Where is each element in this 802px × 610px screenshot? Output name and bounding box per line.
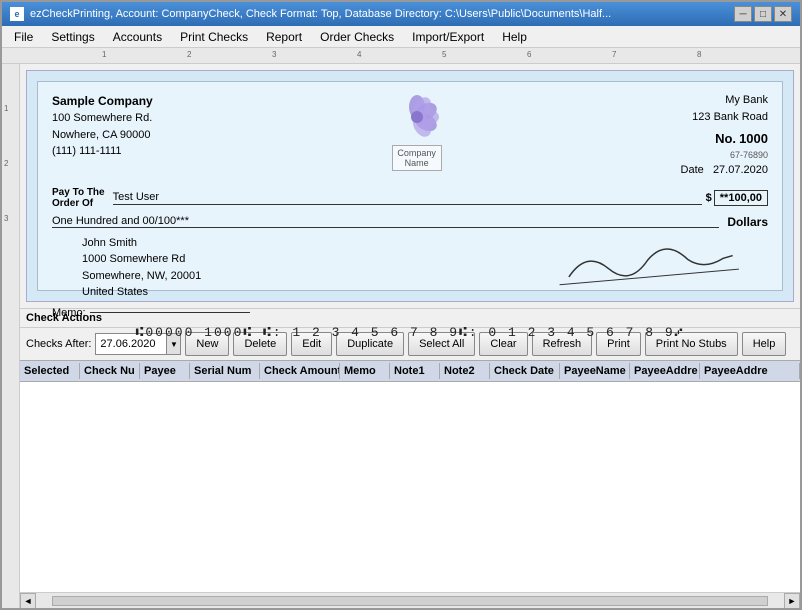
check-no: 1000	[739, 131, 768, 146]
addr-line3: Somewhere, NW, 20001	[82, 268, 201, 285]
bank-addr: 123 Bank Road	[681, 109, 768, 126]
col-selected: Selected	[20, 363, 80, 379]
content-area: Sample Company 100 Somewhere Rd. Nowhere…	[20, 64, 800, 608]
bank-name: My Bank	[681, 92, 768, 109]
ruler-mark-7: 7	[612, 50, 616, 59]
company-addr2: Nowhere, CA 90000	[52, 127, 153, 144]
check-date: Date 27.07.2020	[681, 162, 768, 179]
scroll-left-button[interactable]: ◄	[20, 593, 36, 609]
payee-name: Test User	[113, 191, 702, 205]
company-addr1: 100 Somewhere Rd.	[52, 110, 153, 127]
ruler-mark-5: 5	[442, 50, 446, 59]
check-amount: **100,00	[714, 190, 768, 206]
company-phone: (111) 111-1111	[52, 143, 153, 160]
checks-after-label: Checks After:	[26, 338, 91, 350]
ruler-mark-4: 4	[357, 50, 361, 59]
scroll-right-button[interactable]: ►	[784, 593, 800, 609]
main-window: e ezCheckPrinting, Account: CompanyCheck…	[0, 0, 802, 610]
address-block: John Smith 1000 Somewhere Rd Somewhere, …	[82, 235, 201, 301]
menu-accounts[interactable]: Accounts	[105, 28, 170, 46]
menu-help[interactable]: Help	[494, 28, 535, 46]
col-payee: Payee	[140, 363, 190, 379]
scroll-track[interactable]	[52, 596, 768, 606]
date-label: Date	[681, 164, 704, 176]
col-note1: Note1	[390, 363, 440, 379]
check-no-label: No.	[715, 131, 736, 146]
micr-line: ⑆00000 1000⑆ ⑆: 1 2 3 4 5 6 7 8 9⑆: 0 1 …	[52, 325, 768, 340]
title-controls: ─ □ ✕	[734, 6, 792, 22]
col-check-date: Check Date	[490, 363, 560, 379]
check-preview: Sample Company 100 Somewhere Rd. Nowhere…	[26, 70, 794, 302]
minimize-button[interactable]: ─	[734, 6, 752, 22]
logo-text: CompanyName	[392, 145, 442, 171]
signature-image	[546, 226, 750, 299]
menu-file[interactable]: File	[6, 28, 41, 46]
left-ruler-2: 2	[4, 159, 8, 168]
col-memo: Memo	[340, 363, 390, 379]
ruler-mark-1: 1	[102, 50, 106, 59]
menu-import-export[interactable]: Import/Export	[404, 28, 492, 46]
title-bar-left: e ezCheckPrinting, Account: CompanyCheck…	[10, 7, 611, 21]
ruler-mark-6: 6	[527, 50, 531, 59]
amount-words-line: One Hundred and 00/100*** Dollars	[52, 215, 768, 229]
col-serial-num: Serial Num	[190, 363, 260, 379]
table-body	[20, 382, 800, 592]
col-check-num: Check Nu	[80, 363, 140, 379]
menu-print-checks[interactable]: Print Checks	[172, 28, 256, 46]
left-ruler: 1 2 3	[2, 64, 20, 608]
addr-line2: 1000 Somewhere Rd	[82, 251, 201, 268]
menu-bar: File Settings Accounts Print Checks Repo…	[2, 26, 800, 48]
menu-order-checks[interactable]: Order Checks	[312, 28, 402, 46]
signature-svg	[546, 226, 750, 293]
col-payee-name: PayeeName	[560, 363, 630, 379]
addr-line1: John Smith	[82, 235, 201, 252]
main-content: 1 2 3 Sample Company 100 Somewhere Rd. N…	[2, 64, 800, 608]
left-ruler-1: 1	[4, 104, 8, 113]
memo-underline	[90, 312, 250, 313]
bottom-scrollbar[interactable]: ◄ ►	[20, 592, 800, 608]
check-middle: John Smith 1000 Somewhere Rd Somewhere, …	[52, 235, 768, 301]
pay-to-label: Pay To TheOrder Of	[52, 187, 105, 209]
date-value: 27.07.2020	[713, 164, 768, 176]
window-title: ezCheckPrinting, Account: CompanyCheck, …	[30, 8, 611, 20]
top-ruler: 1 2 3 4 5 6 7 8	[2, 48, 800, 64]
logo-area: CompanyName	[392, 92, 442, 171]
col-payee-addr1: PayeeAddre	[630, 363, 700, 379]
amount-words-text: One Hundred and 00/100***	[52, 215, 719, 228]
ruler-mark-8: 8	[697, 50, 701, 59]
check-header: Sample Company 100 Somewhere Rd. Nowhere…	[52, 92, 768, 179]
addr-line4: United States	[82, 284, 201, 301]
company-logo	[392, 92, 442, 142]
signature-area	[548, 235, 748, 301]
company-name: Sample Company	[52, 92, 153, 110]
payee-line: Pay To TheOrder Of Test User $ **100,00	[52, 187, 768, 209]
memo-line: Memo:	[52, 307, 768, 319]
app-icon: e	[10, 7, 24, 21]
maximize-button[interactable]: □	[754, 6, 772, 22]
menu-report[interactable]: Report	[258, 28, 310, 46]
check-body: Sample Company 100 Somewhere Rd. Nowhere…	[37, 81, 783, 291]
menu-settings[interactable]: Settings	[43, 28, 102, 46]
ruler-mark-2: 2	[187, 50, 191, 59]
col-check-amount: Check Amount	[260, 363, 340, 379]
col-note2: Note2	[440, 363, 490, 379]
memo-label: Memo:	[52, 307, 86, 319]
routing-small: 67-76890	[681, 149, 768, 163]
table-header: Selected Check Nu Payee Serial Num Check…	[20, 360, 800, 382]
company-info: Sample Company 100 Somewhere Rd. Nowhere…	[52, 92, 153, 160]
col-payee-addr2: PayeeAddre	[700, 363, 800, 379]
title-bar: e ezCheckPrinting, Account: CompanyCheck…	[2, 2, 800, 26]
bank-info: My Bank 123 Bank Road No. 1000 67-76890 …	[681, 92, 768, 179]
dollar-sign: $	[706, 192, 712, 204]
left-ruler-3: 3	[4, 214, 8, 223]
close-button[interactable]: ✕	[774, 6, 792, 22]
ruler-mark-3: 3	[272, 50, 276, 59]
